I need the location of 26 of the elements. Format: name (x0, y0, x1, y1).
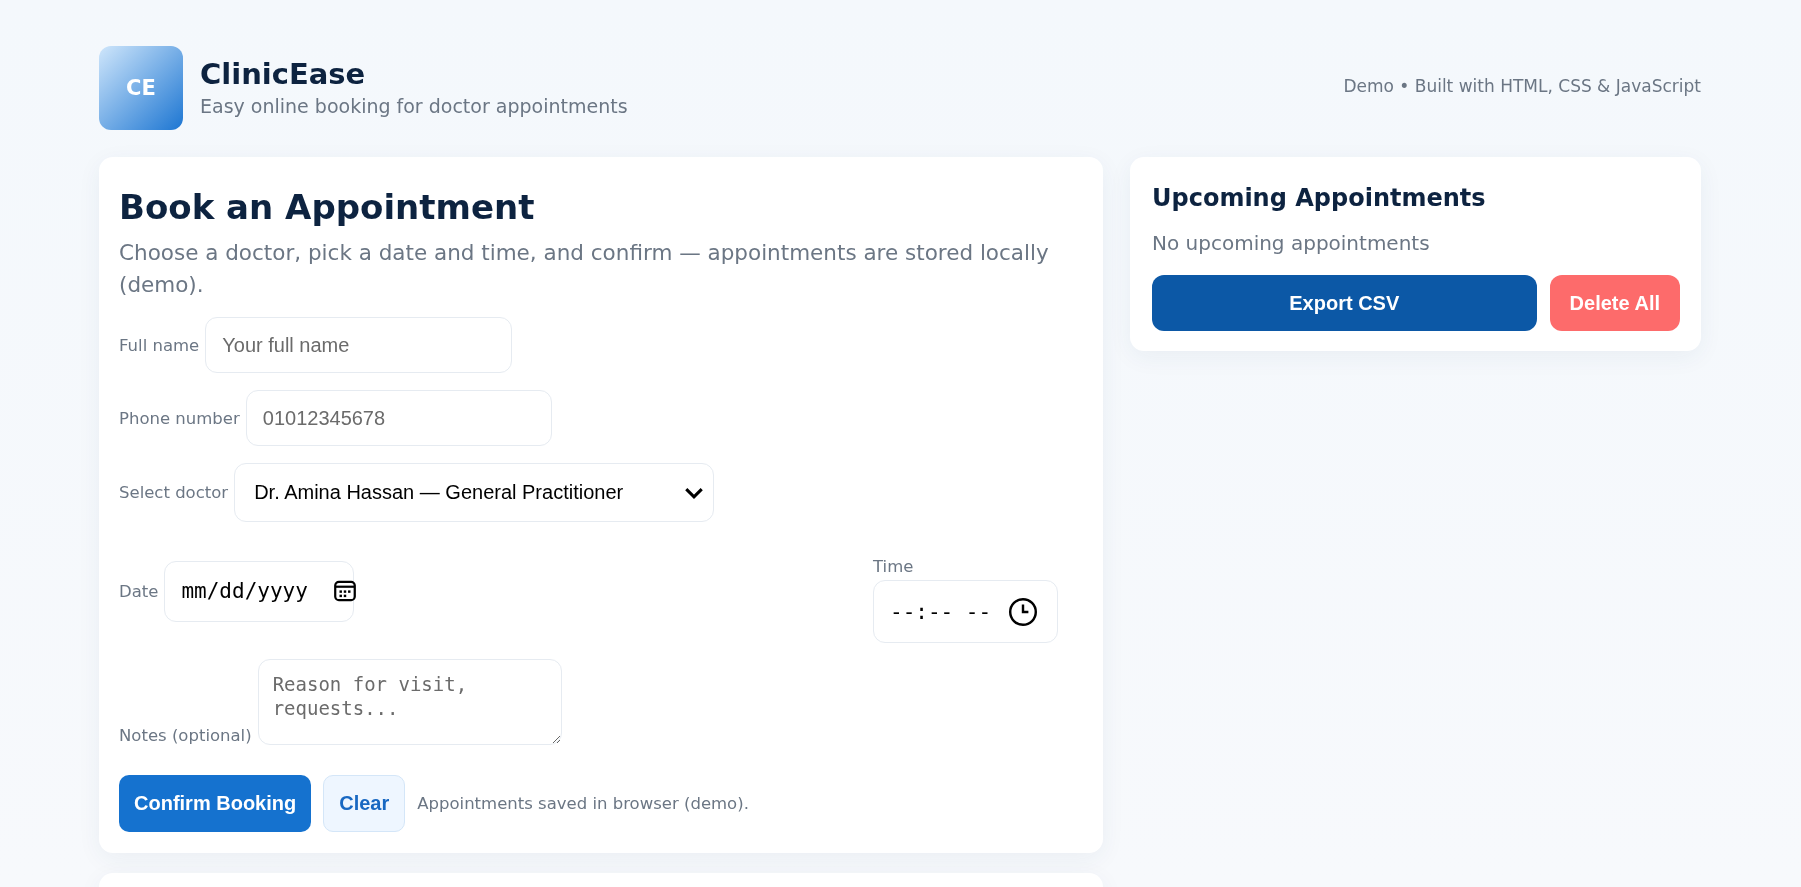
form-title: Book an Appointment (119, 186, 536, 229)
confirm-button[interactable]: Confirm Booking (119, 775, 312, 832)
field-label: Phone number (119, 408, 240, 428)
time-field[interactable]: --:-- -- (873, 580, 1058, 643)
app-name: ClinicEase (200, 56, 367, 92)
field-label: Notes (optional) (119, 726, 252, 745)
doctor-select[interactable]: Dr. Amina Hassan — General Practitioner (234, 463, 715, 522)
clock-icon (1009, 597, 1038, 626)
notes-field[interactable]: Reason for visit, requests... (257, 659, 562, 745)
field-label: Select doctor (119, 483, 229, 502)
date-field[interactable]: mm/dd/yyyy (164, 560, 355, 622)
field-label: Full name (119, 335, 200, 355)
clear-button[interactable]: Clear (323, 775, 406, 832)
input-field[interactable]: 01012345678 (245, 390, 552, 446)
empty-message: No upcoming appointments (1152, 230, 1431, 257)
save-note: Appointments saved in browser (demo). (417, 794, 749, 813)
panel-title: Upcoming Appointments (1152, 183, 1487, 213)
header-note: Demo • Built with HTML, CSS & JavaScript (1343, 76, 1701, 96)
tagline: Easy online booking for doctor appointments (200, 94, 628, 119)
field-label: Time (873, 557, 915, 576)
calendar-icon (333, 580, 356, 602)
export-button[interactable]: Export CSV (1152, 275, 1537, 331)
input-field[interactable]: Your full name (205, 317, 513, 373)
form-description: Choose a doctor, pick a date and time, and confirm — appointments are stored locally (demo). (119, 239, 1049, 299)
field-label: Date (119, 581, 159, 601)
logo: CE (99, 46, 183, 130)
